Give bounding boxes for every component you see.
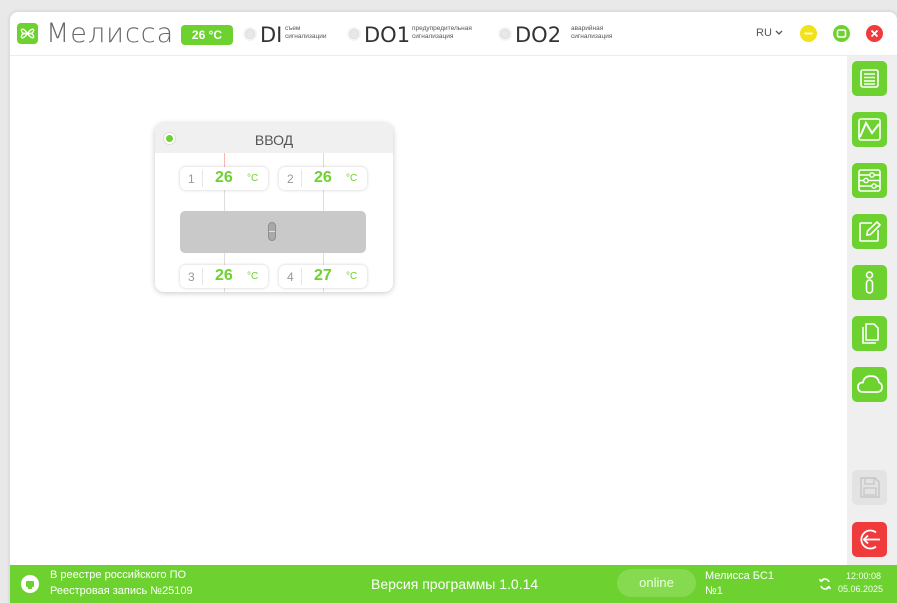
signal-di-code: DI	[260, 23, 283, 47]
sensor-4[interactable]: 4 27 °C	[279, 265, 367, 288]
close-button[interactable]	[866, 25, 883, 42]
app-title: Мелисса	[46, 18, 175, 49]
signal-di-indicator	[243, 27, 257, 41]
sliders-icon	[858, 169, 881, 192]
clock-time: 12:00:08	[846, 571, 882, 581]
maximize-button[interactable]	[833, 25, 850, 42]
chart-line-icon	[858, 118, 881, 141]
signal-do1: DO1 предупредительная сигнализация	[347, 21, 497, 47]
info-button[interactable]	[852, 265, 887, 300]
panel-title: ВВОД	[254, 132, 294, 148]
header-bar: Мелисса 26 °C DI съем сигнализации DO1 п…	[10, 12, 897, 56]
save-button[interactable]	[852, 470, 887, 505]
info-icon	[865, 271, 874, 294]
sensor-number: 2	[287, 172, 294, 186]
edit-button[interactable]	[852, 214, 887, 249]
clock-date: 05.06.2025	[838, 584, 884, 594]
sensor-unit: °C	[247, 173, 259, 184]
sensor-value: 26	[215, 267, 233, 284]
program-version: Версия программы 1.0.14	[371, 576, 539, 592]
sensor-line	[224, 190, 225, 212]
sensor-value: 27	[314, 267, 332, 284]
sensor-number: 1	[188, 172, 195, 186]
signal-do2-code: DO2	[515, 23, 562, 47]
sensor-line	[323, 288, 324, 292]
sensor-value: 26	[314, 169, 332, 186]
signal-do2-indicator	[498, 27, 512, 41]
registry-text: В реестре российского ПО	[50, 569, 187, 581]
sensor-line	[224, 288, 225, 292]
registry-icon	[21, 575, 39, 593]
chevron-down-icon	[775, 27, 783, 39]
app-window: Мелисса 26 °C DI съем сигнализации DO1 п…	[10, 12, 897, 603]
cloud-icon	[857, 375, 883, 393]
list-button[interactable]	[852, 61, 887, 96]
damper-icon	[268, 222, 276, 241]
signal-do2: DO2 аварийная сигнализация	[498, 21, 628, 47]
signal-di: DI съем сигнализации	[243, 21, 338, 47]
sensor-unit: °C	[346, 271, 358, 282]
sensor-2[interactable]: 2 26 °C	[279, 167, 367, 190]
exit-icon	[860, 529, 880, 550]
device-number: №1	[705, 585, 723, 597]
sensor-line	[323, 190, 324, 212]
input-unit-panel[interactable]: ВВОД 1 26 °C 2 26 °C 3 26 °C 4 27 °C	[155, 123, 393, 292]
registry-record: Реестровая запись №25109	[50, 585, 193, 597]
melissa-logo-icon	[17, 23, 38, 44]
cloud-button[interactable]	[852, 367, 887, 402]
temperature-badge: 26 °C	[181, 25, 233, 45]
sensor-unit: °C	[346, 173, 358, 184]
sync-icon[interactable]	[818, 577, 832, 596]
close-icon	[866, 25, 883, 42]
sensor-number: 4	[287, 270, 294, 284]
settings-button[interactable]	[852, 163, 887, 198]
connection-status-badge: online	[617, 569, 696, 597]
device-name: Мелисса БС1	[705, 570, 774, 582]
sensor-line	[224, 153, 225, 168]
signal-do1-desc: предупредительная сигнализация	[412, 25, 472, 40]
list-icon	[860, 69, 879, 88]
air-duct	[180, 211, 366, 253]
documents-button[interactable]	[852, 316, 887, 351]
right-toolbar	[847, 56, 897, 565]
status-bar: В реестре российского ПО Реестровая запи…	[10, 565, 897, 603]
minimize-button[interactable]	[800, 25, 817, 42]
signal-do2-desc: аварийная сигнализация	[571, 25, 613, 40]
edit-icon	[859, 220, 882, 242]
sensor-unit: °C	[247, 271, 259, 282]
sensor-value: 26	[215, 169, 233, 186]
documents-icon	[862, 323, 879, 344]
panel-header: ВВОД	[155, 123, 393, 153]
language-selector[interactable]: RU	[756, 27, 783, 39]
exit-button[interactable]	[852, 522, 887, 557]
chart-button[interactable]	[852, 112, 887, 147]
maximize-icon	[833, 25, 850, 42]
signal-di-desc: съем сигнализации	[285, 25, 327, 40]
signal-do1-indicator	[347, 27, 361, 41]
language-label: RU	[756, 27, 772, 39]
minimize-icon	[800, 25, 817, 42]
signal-do1-code: DO1	[364, 23, 411, 47]
sensor-1[interactable]: 1 26 °C	[180, 167, 268, 190]
sensor-number: 3	[188, 270, 195, 284]
save-icon	[860, 477, 880, 498]
sensor-3[interactable]: 3 26 °C	[180, 265, 268, 288]
sensor-line	[323, 153, 324, 168]
